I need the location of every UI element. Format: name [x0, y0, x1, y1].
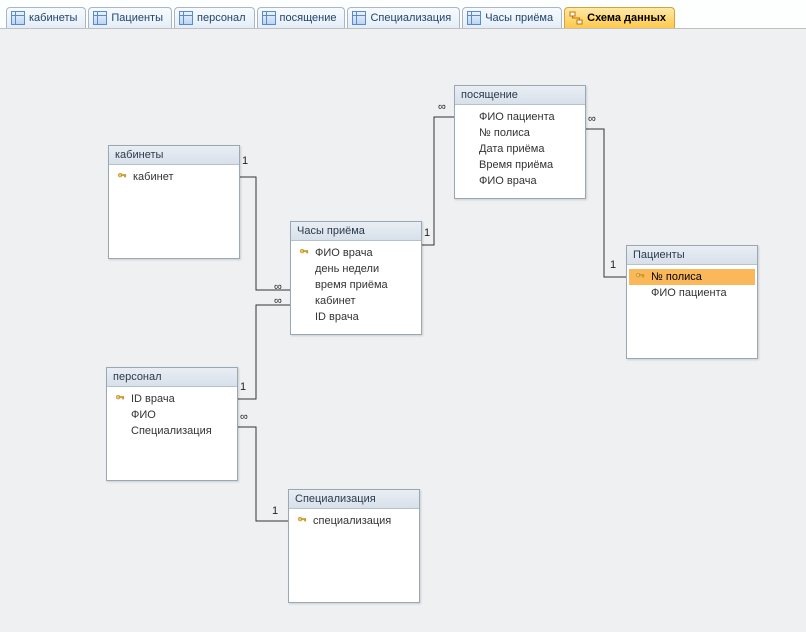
rel-label-1: 1 [242, 155, 248, 167]
key-icon [633, 271, 647, 283]
rel-label-inf: ∞ [240, 411, 248, 423]
entity-chasy-priema[interactable]: Часы приёма ФИО врача день недели время … [290, 221, 422, 335]
tab-strip: кабинеты Пациенты персонал посящение Спе… [0, 0, 806, 29]
rel-label-inf: ∞ [274, 295, 282, 307]
field-label: кабинет [315, 294, 415, 308]
field-label: Дата приёма [479, 142, 579, 156]
rel-label-1: 1 [610, 259, 616, 271]
field-label: время приёма [315, 278, 415, 292]
tab-personal[interactable]: персонал [174, 7, 255, 28]
field-row[interactable]: ФИО пациента [629, 285, 755, 301]
relationships-canvas[interactable]: 1 ∞ 1 ∞ 1 ∞ 1 ∞ 1 ∞ кабинеты кабинет Час… [0, 29, 806, 632]
field-row[interactable]: Дата приёма [457, 141, 583, 157]
relationships-icon [569, 11, 583, 25]
entity-body: ФИО пациента № полиса Дата приёма Время … [455, 105, 585, 193]
table-icon [262, 11, 276, 25]
rel-label-1: 1 [240, 381, 246, 393]
field-row[interactable]: день недели [293, 261, 419, 277]
rel-label-1: 1 [424, 227, 430, 239]
field-row[interactable]: специализация [291, 513, 417, 529]
entity-kabinety[interactable]: кабинеты кабинет [108, 145, 240, 259]
field-label: № полиса [651, 270, 751, 284]
tab-label: кабинеты [29, 12, 77, 24]
tab-label: персонал [197, 12, 246, 24]
entity-spetsializatsiya[interactable]: Специализация специализация [288, 489, 420, 603]
tab-label: Пациенты [111, 12, 163, 24]
tab-label: посящение [280, 12, 337, 24]
field-row[interactable]: ФИО пациента [457, 109, 583, 125]
entity-posyashchenie[interactable]: посящение ФИО пациента № полиса Дата при… [454, 85, 586, 199]
key-icon [295, 515, 309, 527]
field-label: № полиса [479, 126, 579, 140]
field-label: кабинет [133, 170, 233, 184]
tab-skhema-dannykh[interactable]: Схема данных [564, 7, 675, 28]
field-label: ФИО врача [479, 174, 579, 188]
field-row[interactable]: ФИО врача [457, 173, 583, 189]
rel-label-1: 1 [272, 505, 278, 517]
field-label: ID врача [131, 392, 231, 406]
field-label: ФИО врача [315, 246, 415, 260]
entity-header[interactable]: кабинеты [109, 146, 239, 165]
field-label: Время приёма [479, 158, 579, 172]
field-row[interactable]: № полиса [629, 269, 755, 285]
table-icon [467, 11, 481, 25]
table-icon [11, 11, 25, 25]
field-label: день недели [315, 262, 415, 276]
entity-body: ФИО врача день недели время приёма кабин… [291, 241, 421, 329]
field-label: Специализация [131, 424, 231, 438]
entity-patsienty[interactable]: Пациенты № полиса ФИО пациента [626, 245, 758, 359]
field-label: ФИО пациента [651, 286, 751, 300]
tab-patsienty[interactable]: Пациенты [88, 7, 172, 28]
table-icon [179, 11, 193, 25]
field-row[interactable]: Время приёма [457, 157, 583, 173]
field-row[interactable]: Специализация [109, 423, 235, 439]
entity-header[interactable]: Специализация [289, 490, 419, 509]
entity-header[interactable]: Часы приёма [291, 222, 421, 241]
entity-body: кабинет [109, 165, 239, 189]
field-row[interactable]: ФИО [109, 407, 235, 423]
key-icon [297, 247, 311, 259]
entity-header[interactable]: посящение [455, 86, 585, 105]
entity-personal[interactable]: персонал ID врача ФИО Специализация [106, 367, 238, 481]
entity-body: № полиса ФИО пациента [627, 265, 757, 305]
tab-kabinety[interactable]: кабинеты [6, 7, 86, 28]
field-row[interactable]: время приёма [293, 277, 419, 293]
field-row[interactable]: ФИО врача [293, 245, 419, 261]
field-label: ID врача [315, 310, 415, 324]
field-label: ФИО [131, 408, 231, 422]
table-icon [93, 11, 107, 25]
field-row[interactable]: ID врача [293, 309, 419, 325]
key-icon [115, 171, 129, 183]
field-label: специализация [313, 514, 413, 528]
field-label: ФИО пациента [479, 110, 579, 124]
tab-posyashchenie[interactable]: посящение [257, 7, 346, 28]
tab-label: Специализация [370, 12, 451, 24]
field-row[interactable]: кабинет [111, 169, 237, 185]
entity-header[interactable]: персонал [107, 368, 237, 387]
tab-label: Схема данных [587, 12, 666, 24]
entity-header[interactable]: Пациенты [627, 246, 757, 265]
tab-chasy-priema[interactable]: Часы приёма [462, 7, 562, 28]
table-icon [352, 11, 366, 25]
field-row[interactable]: № полиса [457, 125, 583, 141]
key-icon [113, 393, 127, 405]
field-row[interactable]: ID врача [109, 391, 235, 407]
field-row[interactable]: кабинет [293, 293, 419, 309]
entity-body: ID врача ФИО Специализация [107, 387, 237, 443]
rel-label-inf: ∞ [588, 113, 596, 125]
entity-body: специализация [289, 509, 419, 533]
rel-label-inf: ∞ [274, 281, 282, 293]
tab-label: Часы приёма [485, 12, 553, 24]
tab-spetsializatsiya[interactable]: Специализация [347, 7, 460, 28]
rel-label-inf: ∞ [438, 101, 446, 113]
